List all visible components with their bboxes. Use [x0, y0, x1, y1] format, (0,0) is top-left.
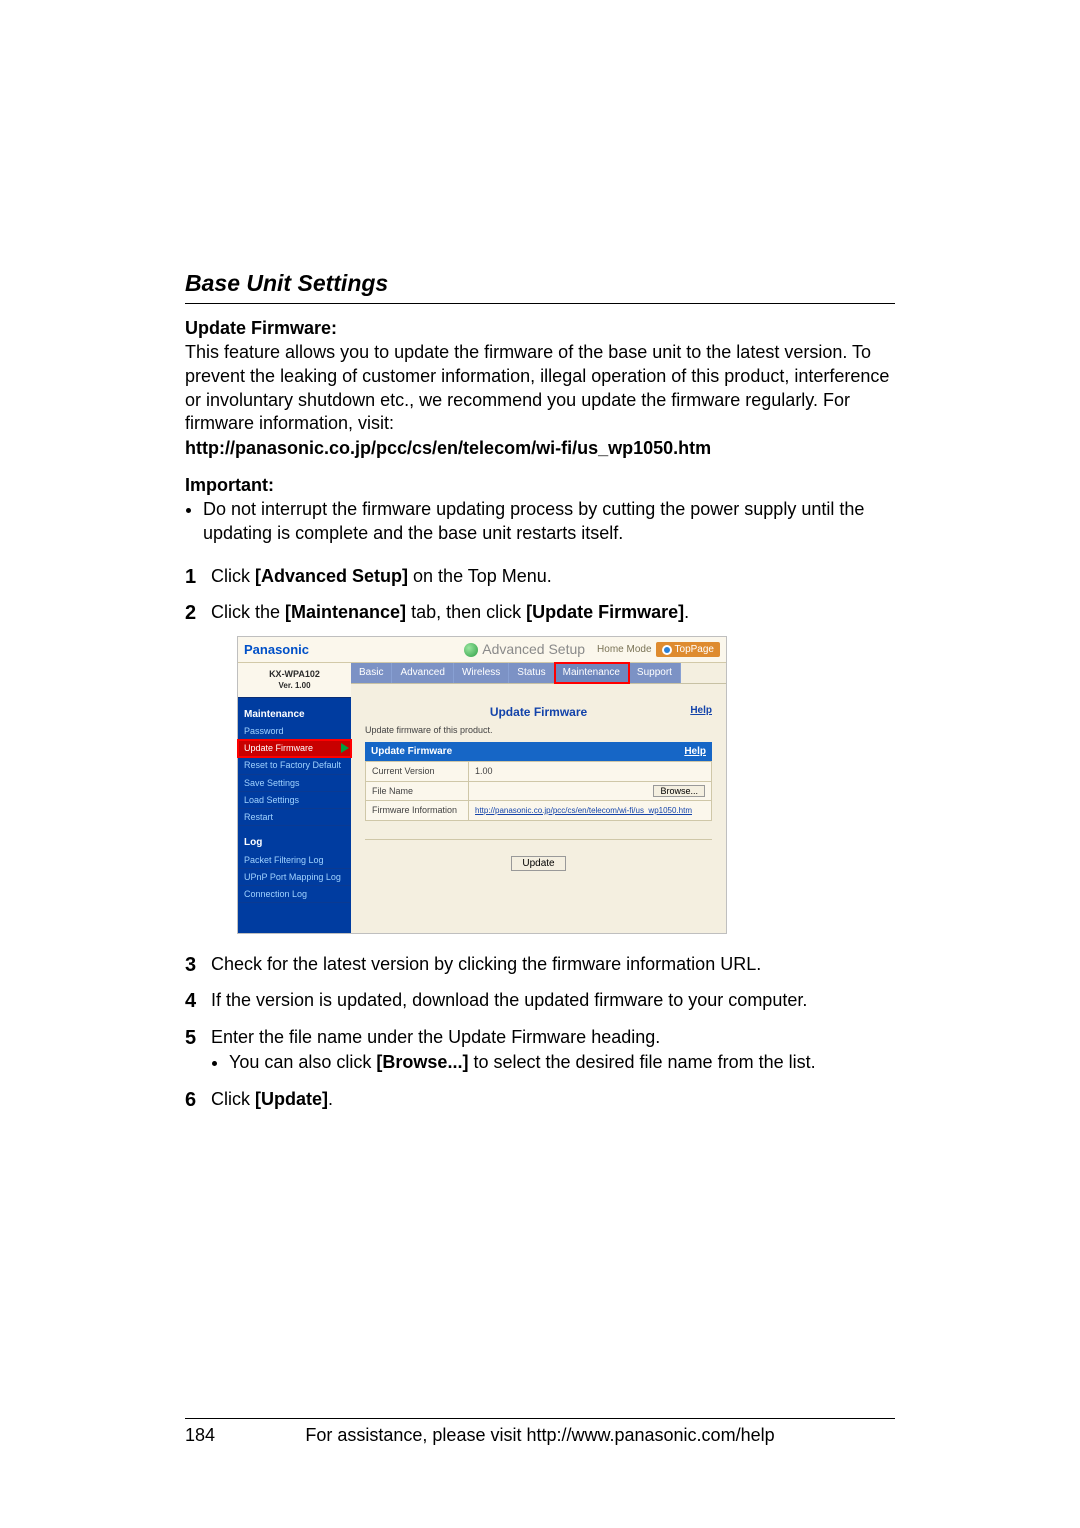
- sidebar-item-reset[interactable]: Reset to Factory Default: [238, 757, 351, 774]
- important-list: Do not interrupt the firmware updating p…: [185, 498, 895, 546]
- step-2-text-e: .: [684, 602, 689, 622]
- uf-cell-file-value: Browse...: [469, 781, 712, 800]
- step-2-bold-1: [Maintenance]: [285, 602, 406, 622]
- step-3: Check for the latest version by clicking…: [185, 952, 895, 976]
- step-6-text-c: .: [328, 1089, 333, 1109]
- step-5-text: Enter the file name under the Update Fir…: [211, 1027, 660, 1047]
- step-5-sub-a: You can also click: [229, 1052, 376, 1072]
- page-number: 184: [185, 1425, 245, 1446]
- model-box: KX-WPA102 Ver. 1.00: [238, 663, 351, 698]
- sidebar-item-restart[interactable]: Restart: [238, 809, 351, 826]
- section-title: Base Unit Settings: [185, 270, 895, 297]
- tab-wireless[interactable]: Wireless: [454, 663, 509, 683]
- step-5-sub-c: to select the desired file name from the…: [468, 1052, 815, 1072]
- sidebar-cat-maintenance: Maintenance: [238, 698, 351, 724]
- step-2: Click the [Maintenance] tab, then click …: [185, 600, 895, 934]
- advanced-setup-label: Advanced Setup: [464, 640, 585, 659]
- screenshot-topbar: Panasonic Advanced Setup Home Mode TopPa…: [238, 637, 726, 663]
- brand-logo: Panasonic: [244, 641, 309, 659]
- uf-cell-version-label: Current Version: [366, 762, 469, 781]
- footer: 184 For assistance, please visit http://…: [185, 1418, 895, 1446]
- footer-rule: [185, 1418, 895, 1419]
- step-1-bold: [Advanced Setup]: [255, 566, 408, 586]
- important-heading: Important:: [185, 475, 895, 496]
- sidebar-cat-log: Log: [238, 826, 351, 852]
- footer-row: 184 For assistance, please visit http://…: [185, 1425, 895, 1446]
- advanced-setup-text: Advanced Setup: [482, 640, 585, 659]
- sidebar-item-save[interactable]: Save Settings: [238, 775, 351, 792]
- tab-advanced[interactable]: Advanced: [392, 663, 453, 683]
- uf-strip-title: Update Firmware: [371, 745, 452, 759]
- footer-text: For assistance, please visit http://www.…: [245, 1425, 835, 1446]
- sidebar-item-update-firmware-label: Update Firmware: [244, 742, 313, 754]
- step-6-bold: [Update]: [255, 1089, 328, 1109]
- main-content: Update Firmware Help Update firmware of …: [351, 684, 726, 885]
- toppage-icon: [662, 645, 672, 655]
- step-4: If the version is updated, download the …: [185, 988, 895, 1012]
- tab-bar: Basic Advanced Wireless Status Maintenan…: [351, 663, 726, 684]
- tab-status[interactable]: Status: [509, 663, 554, 683]
- step-5-sublist: You can also click [Browse...] to select…: [211, 1051, 895, 1075]
- update-firmware-heading: Update Firmware:: [185, 318, 895, 339]
- sidebar-item-conn-log[interactable]: Connection Log: [238, 886, 351, 903]
- uf-sub: Update firmware of this product.: [365, 724, 712, 736]
- uf-title-text: Update Firmware: [490, 705, 587, 719]
- main-panel: Basic Advanced Wireless Status Maintenan…: [351, 663, 726, 933]
- sidebar-arrow-icon: [341, 743, 349, 753]
- sidebar-item-password[interactable]: Password: [238, 723, 351, 740]
- tab-basic[interactable]: Basic: [351, 663, 392, 683]
- step-5: Enter the file name under the Update Fir…: [185, 1025, 895, 1075]
- step-2-bold-2: [Update Firmware]: [526, 602, 684, 622]
- uf-strip: Update Firmware Help: [365, 742, 712, 762]
- toppage-text: TopPage: [675, 643, 714, 657]
- update-firmware-body: This feature allows you to update the fi…: [185, 341, 895, 436]
- uf-row-version: Current Version 1.00: [366, 762, 712, 781]
- model-number: KX-WPA102: [240, 669, 349, 680]
- uf-table: Current Version 1.00 File Name Browse...: [365, 761, 712, 820]
- step-1-text-c: on the Top Menu.: [408, 566, 552, 586]
- step-6: Click [Update].: [185, 1087, 895, 1111]
- step-6-text-a: Click: [211, 1089, 255, 1109]
- step-1-text-a: Click: [211, 566, 255, 586]
- uf-cell-version-value: 1.00: [469, 762, 712, 781]
- step-5-sub: You can also click [Browse...] to select…: [229, 1051, 895, 1075]
- step-5-sub-b: [Browse...]: [376, 1052, 468, 1072]
- sidebar-item-packet-log[interactable]: Packet Filtering Log: [238, 852, 351, 869]
- step-1: Click [Advanced Setup] on the Top Menu.: [185, 564, 895, 588]
- tab-maintenance[interactable]: Maintenance: [555, 663, 629, 683]
- step-2-text-c: tab, then click: [406, 602, 526, 622]
- globe-icon: [464, 643, 478, 657]
- home-mode-label: Home Mode: [597, 643, 651, 657]
- tab-support[interactable]: Support: [629, 663, 681, 683]
- sidebar-item-upnp-log[interactable]: UPnP Port Mapping Log: [238, 869, 351, 886]
- firmware-info-link[interactable]: http://panasonic.co.jp/pcc/cs/en/telecom…: [475, 806, 692, 815]
- sidebar: KX-WPA102 Ver. 1.00 Maintenance Password…: [238, 663, 351, 933]
- uf-cell-file-label: File Name: [366, 781, 469, 800]
- firmware-info-url: http://panasonic.co.jp/pcc/cs/en/telecom…: [185, 438, 895, 459]
- update-row: Update: [365, 839, 712, 871]
- sidebar-item-update-firmware[interactable]: Update Firmware: [238, 740, 351, 757]
- important-bullet: Do not interrupt the firmware updating p…: [203, 498, 895, 546]
- model-version: Ver. 1.00: [278, 681, 310, 690]
- section-rule: [185, 303, 895, 304]
- help-link-strip[interactable]: Help: [684, 745, 706, 759]
- uf-row-file: File Name Browse...: [366, 781, 712, 800]
- step-2-text-a: Click the: [211, 602, 285, 622]
- toppage-button[interactable]: TopPage: [656, 642, 720, 658]
- update-button[interactable]: Update: [511, 856, 565, 871]
- uf-title: Update Firmware Help: [365, 704, 712, 720]
- browse-button[interactable]: Browse...: [653, 785, 705, 797]
- help-link-top[interactable]: Help: [690, 704, 712, 718]
- sidebar-item-load[interactable]: Load Settings: [238, 792, 351, 809]
- steps-list: Click [Advanced Setup] on the Top Menu. …: [185, 564, 895, 1111]
- uf-row-info: Firmware Information http://panasonic.co…: [366, 800, 712, 820]
- uf-cell-info-label: Firmware Information: [366, 800, 469, 820]
- router-screenshot: Panasonic Advanced Setup Home Mode TopPa…: [237, 636, 727, 934]
- uf-cell-info-value: http://panasonic.co.jp/pcc/cs/en/telecom…: [469, 800, 712, 820]
